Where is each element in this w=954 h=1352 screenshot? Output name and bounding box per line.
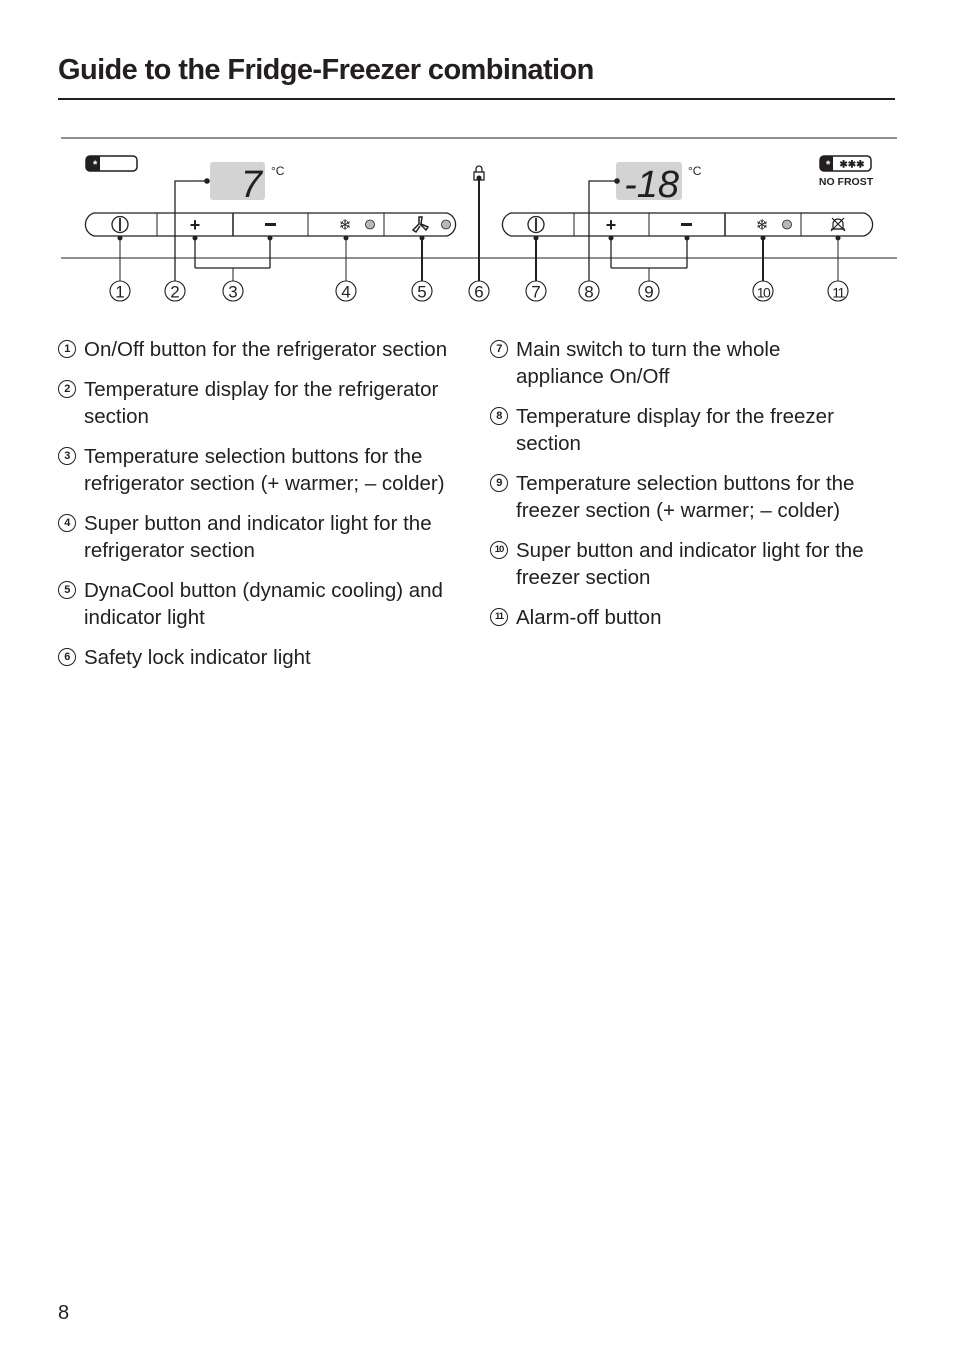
legend-number-badge: 5 (58, 581, 76, 599)
legend-number-badge: 9 (490, 474, 508, 492)
super-freeze-indicator-light (782, 219, 792, 230)
callout-8: 8 (578, 280, 600, 302)
legend-number-badge: 11 (490, 608, 508, 626)
three-star-icon: ✱✱✱ (839, 160, 865, 171)
fridge-plus-button[interactable]: + (157, 213, 233, 236)
svg-text:1: 1 (115, 283, 124, 302)
snowflake-icon: ❄ (339, 217, 352, 234)
svg-text:4: 4 (341, 283, 350, 302)
callout-5: 5 (411, 280, 433, 302)
legend-item: 4 Super button and indicator light for th… (58, 510, 458, 564)
plus-icon: + (606, 215, 617, 235)
legend-text: On/Off button for the refrigerator secti… (84, 338, 448, 361)
legend-text: Main switch to turn the whole appliance … (516, 338, 781, 388)
svg-text:3: 3 (228, 283, 237, 302)
fridge-star-badge-icon: * (85, 155, 138, 172)
snowflake-icon: ❄ (756, 217, 769, 234)
legend-number-badge: 3 (58, 447, 76, 465)
freeze-star-icon: * (826, 159, 831, 171)
legend-item: 8 Temperature display for the freezer sec… (490, 403, 890, 457)
fridge-super-cool-button[interactable]: ❄ (308, 213, 384, 236)
legend-number-badge: 10 (490, 541, 508, 559)
svg-text:11: 11 (832, 285, 845, 301)
freezer-no-frost-badge: * ✱✱✱ NO FROST (819, 155, 874, 188)
legend-text: Temperature display for the refrigerator… (84, 378, 439, 428)
main-switch-button[interactable] (498, 213, 574, 236)
fridge-temperature-display: 7 °C (210, 162, 285, 206)
legend-text: Super button and indicator light for the… (84, 512, 432, 562)
callout-2: 2 (164, 280, 186, 302)
callout-9: 9 (638, 280, 660, 302)
svg-text:8: 8 (584, 283, 593, 302)
callout-3: 3 (222, 280, 244, 302)
legend-text: Temperature selection buttons for the fr… (516, 472, 855, 522)
legend-item: 6 Safety lock indicator light (58, 644, 458, 671)
legend-text: DynaCool button (dynamic cooling) and in… (84, 579, 443, 629)
legend-text: Temperature selection buttons for the re… (84, 445, 445, 495)
fridge-temperature-unit: °C (271, 164, 285, 178)
legend-item: 1 On/Off button for the refrigerator sect… (58, 336, 458, 363)
legend-number-badge: 2 (58, 380, 76, 398)
callout-6: 6 (468, 280, 490, 302)
callout-11: 11 (827, 280, 849, 302)
callout-10: 10 (752, 280, 774, 302)
super-cool-indicator-light (365, 219, 375, 230)
freezer-plus-button[interactable]: + (574, 213, 649, 236)
legend-item: 2 Temperature display for the refrigerato… (58, 376, 458, 430)
legend-item: 7 Main switch to turn the whole appliance… (490, 336, 856, 390)
dynacool-indicator-light (441, 219, 451, 230)
svg-text:6: 6 (474, 283, 483, 302)
legend-number-badge: 8 (490, 407, 508, 425)
minus-icon (681, 223, 692, 226)
legend-number-badge: 7 (490, 340, 508, 358)
plus-icon: + (190, 215, 201, 235)
freezer-minus-button[interactable] (649, 213, 725, 236)
callout-4: 4 (335, 280, 357, 302)
legend-right-column: 7 Main switch to turn the whole appliance… (490, 336, 890, 644)
svg-text:9: 9 (644, 283, 653, 302)
fridge-minus-button[interactable] (233, 213, 308, 236)
control-panel-diagram: * 7 °C + ❄ -18 °C * ✱✱✱ NO FROST + ❄ 1 2… (0, 0, 954, 320)
legend-number-badge: 4 (58, 514, 76, 532)
fridge-dynacool-button[interactable] (384, 213, 459, 236)
callout-1: 1 (109, 280, 131, 302)
svg-text:5: 5 (417, 283, 426, 302)
legend-item: 11 Alarm-off button (490, 604, 890, 631)
callout-7: 7 (525, 280, 547, 302)
legend-item: 10 Super button and indicator light for t… (490, 537, 890, 591)
page-number: 8 (58, 1302, 70, 1324)
svg-text:7: 7 (531, 283, 540, 302)
legend-text: Alarm-off button (516, 606, 662, 629)
legend-left-column: 1 On/Off button for the refrigerator sect… (58, 336, 458, 684)
freezer-super-freeze-button[interactable]: ❄ (725, 213, 801, 236)
alarm-off-button[interactable] (801, 213, 876, 236)
legend-text: Safety lock indicator light (84, 646, 311, 669)
legend-number-badge: 1 (58, 340, 76, 358)
legend-item: 3 Temperature selection buttons for the r… (58, 443, 454, 497)
svg-text:10: 10 (757, 285, 771, 301)
control-panel-svg: * 7 °C + ❄ -18 °C * ✱✱✱ NO FROST + ❄ 1 2… (61, 137, 897, 302)
legend-number-badge: 6 (58, 648, 76, 666)
no-frost-caption: NO FROST (819, 176, 874, 188)
freezer-temperature-unit: °C (688, 164, 702, 178)
freezer-temperature-value: -18 (624, 164, 679, 206)
svg-text:2: 2 (170, 283, 179, 302)
freezer-temperature-display: -18 °C (616, 162, 702, 206)
callout-numbers: 1 2 3 4 5 6 7 8 9 10 11 (109, 280, 849, 302)
svg-text:*: * (93, 159, 98, 171)
legend-text: Super button and indicator light for the… (516, 539, 864, 589)
fridge-temperature-value: 7 (241, 164, 264, 206)
legend-item: 5 DynaCool button (dynamic cooling) and i… (58, 577, 458, 631)
minus-icon (265, 223, 276, 226)
fridge-on-off-button[interactable] (82, 213, 157, 236)
legend-text: Temperature display for the freezer sect… (516, 405, 834, 455)
legend-item: 9 Temperature selection buttons for the f… (490, 470, 886, 524)
